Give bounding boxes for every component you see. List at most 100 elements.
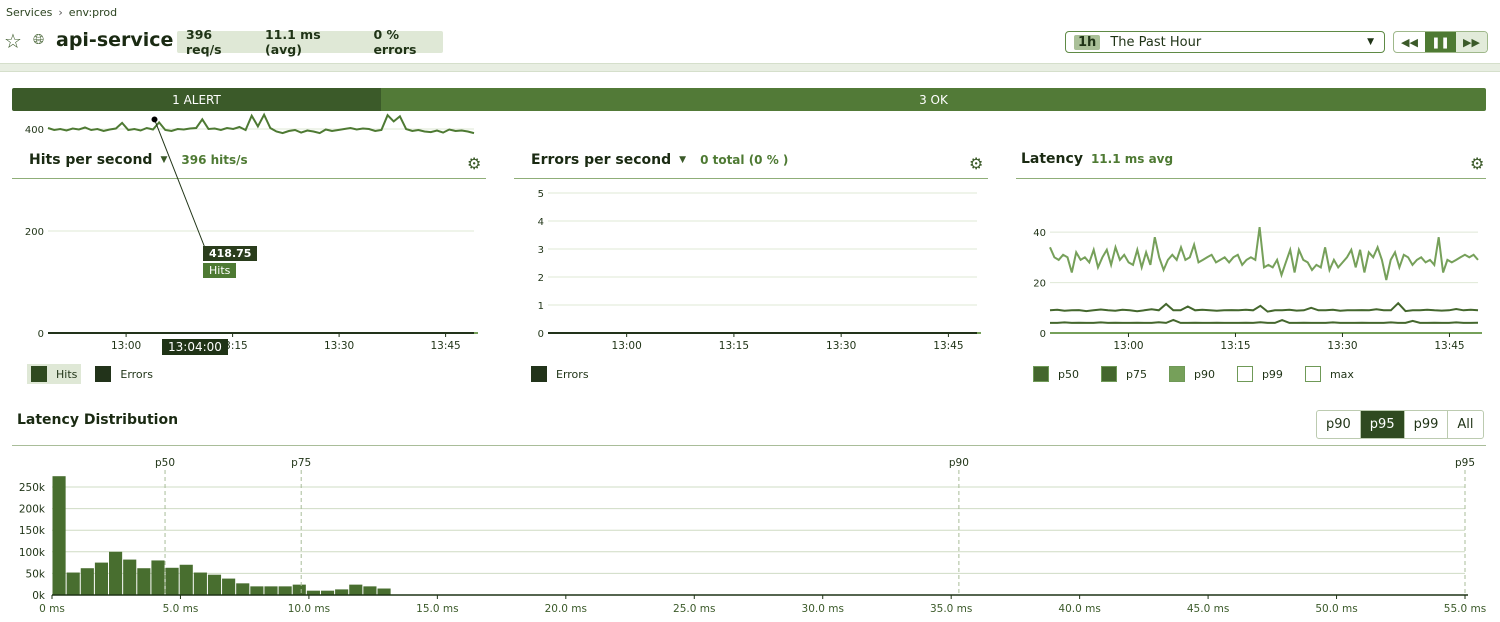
histogram-bar (151, 560, 165, 595)
legend-errors[interactable]: Errors (91, 364, 157, 384)
legend-swatch (1304, 366, 1321, 382)
histogram-bar (278, 586, 292, 595)
legend-swatch (1033, 366, 1049, 382)
y-tick-label: 2 (538, 273, 544, 284)
tooltip-value: 418.75 (203, 246, 258, 261)
y-tick-label: 1 (538, 301, 544, 312)
histogram-bar (236, 583, 250, 595)
x-tick-label: 13:30 (826, 340, 856, 352)
y-tick-label: 50k (26, 568, 46, 580)
y-tick-label: 250k (19, 482, 46, 494)
x-tick-label: 50.0 ms (1315, 603, 1357, 615)
histogram-bar (250, 586, 264, 595)
y-tick-label: 200 (25, 227, 44, 238)
legend-p50[interactable]: p50 (1029, 364, 1083, 384)
x-tick-label: 40.0 ms (1058, 603, 1100, 615)
legend-swatch (1100, 366, 1117, 382)
x-tick-label: 10.0 ms (288, 603, 330, 615)
tooltip-time: 13:04:00 (162, 339, 228, 355)
hover-point (151, 116, 158, 123)
percentile-label: p50 (155, 457, 175, 469)
histogram-bar (377, 588, 391, 595)
x-tick-label: 13:15 (719, 340, 749, 352)
histogram-bar (80, 568, 94, 595)
histogram-bar (264, 586, 278, 595)
hits-legend: Hits Errors (27, 364, 157, 384)
legend-swatch (95, 366, 112, 382)
histogram-bar (179, 564, 193, 595)
x-tick-label: 35.0 ms (930, 603, 972, 615)
y-tick-label: 150k (19, 525, 46, 537)
divider (12, 445, 1486, 446)
histogram-bar (207, 574, 222, 595)
legend-label: Hits (56, 367, 78, 381)
percentile-toggle: p90 p95 p99 All (1316, 410, 1484, 439)
y-tick-label: 0 (38, 329, 44, 340)
y-tick-label: 20 (1033, 279, 1046, 290)
series-line-p75 (1049, 301, 1479, 313)
legend-label: Errors (120, 367, 153, 381)
legend-p99[interactable]: p99 (1233, 364, 1287, 384)
p95-button[interactable]: p95 (1359, 411, 1404, 438)
legend-swatch (1236, 366, 1253, 382)
x-tick-label: 13:45 (933, 340, 963, 352)
percentile-label: p95 (1455, 457, 1475, 469)
histogram-bar (94, 562, 109, 595)
legend-max[interactable]: max (1301, 364, 1358, 384)
histogram-bar (165, 567, 179, 595)
histogram-bar (222, 578, 236, 595)
x-tick-label: 13:00 (612, 340, 642, 352)
legend-p90[interactable]: p90 (1165, 364, 1219, 384)
all-button[interactable]: All (1447, 411, 1482, 438)
errors-legend: Errors (527, 364, 593, 384)
series-line-hits (47, 112, 475, 135)
histogram-bar (66, 572, 80, 595)
histogram-bar (193, 572, 207, 595)
charts-canvas: 020040013:00 13:15 13:30 13:4501234513:00 13… (19, 112, 1486, 615)
y-tick-label: 0k (32, 590, 46, 602)
y-tick-label: 5 (538, 189, 544, 200)
series-line-p50 (1050, 318, 1479, 324)
x-tick-label: 25.0 ms (673, 603, 715, 615)
tooltip-series: Hits (203, 263, 237, 278)
x-tick-label: 13:00 (1113, 340, 1143, 352)
x-tick-label: 13:15 (1220, 340, 1250, 352)
percentile-label: p75 (291, 457, 311, 469)
x-tick-label: 13:45 (1434, 340, 1464, 352)
histogram-bar (363, 586, 377, 595)
legend-p75[interactable]: p75 (1097, 364, 1151, 384)
legend-label: p99 (1261, 367, 1283, 381)
legend-hits[interactable]: Hits (27, 364, 82, 384)
legend-label: max (1329, 367, 1354, 381)
p99-button[interactable]: p99 (1403, 411, 1448, 438)
histogram-bar (292, 584, 306, 595)
y-tick-label: 0 (538, 329, 544, 340)
latency-legend: p50 p75 p90 p99 max (1029, 364, 1358, 384)
legend-errors[interactable]: Errors (527, 364, 593, 384)
x-tick-label: 13:45 (430, 340, 460, 352)
x-tick-label: 13:00 (111, 340, 141, 352)
legend-swatch (31, 366, 47, 382)
legend-label: p75 (1125, 367, 1147, 381)
y-tick-label: 400 (25, 125, 44, 136)
histogram-bar (52, 476, 66, 595)
legend-swatch (1168, 366, 1185, 382)
legend-label: Errors (556, 367, 589, 381)
x-tick-label: 13:30 (324, 340, 354, 352)
y-tick-label: 4 (538, 217, 544, 228)
x-tick-label: 45.0 ms (1187, 603, 1229, 615)
histogram-bar (335, 589, 349, 595)
x-tick-label: 55.0 ms (1444, 603, 1486, 615)
distribution-header: Latency Distribution (17, 412, 178, 428)
x-tick-label: 20.0 ms (545, 603, 587, 615)
distribution-title: Latency Distribution (17, 412, 179, 428)
histogram-bar (109, 551, 123, 595)
y-tick-label: 40 (1033, 228, 1046, 239)
p90-button[interactable]: p90 (1317, 411, 1360, 438)
x-tick-label: 0 ms (39, 603, 65, 615)
y-tick-label: 100k (19, 547, 46, 559)
legend-swatch (531, 366, 547, 382)
y-tick-label: 3 (538, 245, 544, 256)
x-tick-label: 15.0 ms (416, 603, 458, 615)
y-tick-label: 0 (1040, 329, 1046, 340)
